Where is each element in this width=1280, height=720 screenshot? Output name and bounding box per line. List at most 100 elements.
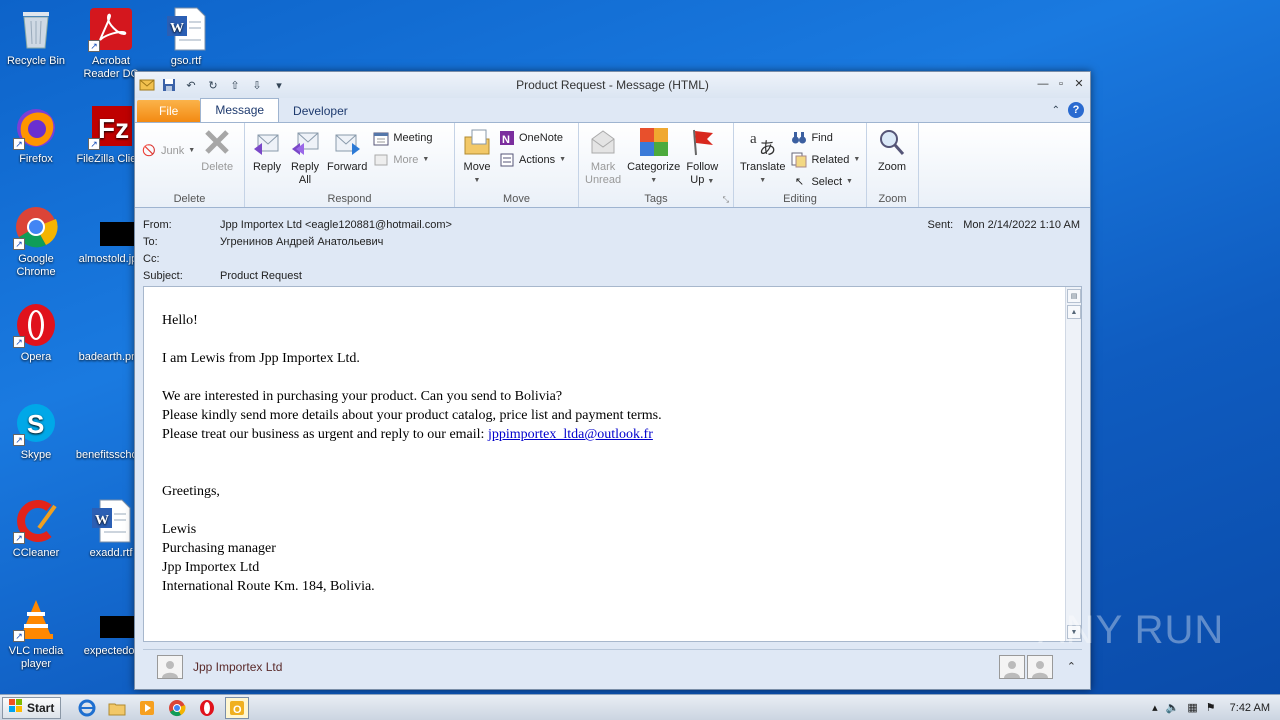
reply-all-button[interactable]: Reply All bbox=[286, 126, 324, 191]
related-button[interactable]: Related ▼ bbox=[791, 151, 860, 168]
desktop-icon-chrome[interactable]: ↗ Google Chrome bbox=[0, 204, 72, 279]
desktop-icon-recycle-bin[interactable]: Recycle Bin bbox=[0, 6, 72, 68]
sent-row: Sent: Mon 2/14/2022 1:10 AM bbox=[928, 219, 1081, 231]
move-button[interactable]: Move ▼ bbox=[458, 126, 496, 191]
find-button[interactable]: Find bbox=[791, 129, 860, 146]
firefox-icon: ↗ bbox=[13, 104, 59, 150]
mark-unread-button[interactable]: Mark Unread bbox=[582, 126, 624, 191]
group-label: Respond bbox=[327, 193, 372, 205]
undo-icon[interactable]: ↶ bbox=[183, 77, 199, 93]
contact-avatar[interactable] bbox=[157, 654, 183, 679]
customize-toolbar-icon[interactable]: ▾ bbox=[271, 77, 287, 93]
contact-avatar[interactable] bbox=[998, 654, 1025, 679]
cc-label: Cc: bbox=[143, 253, 160, 265]
svg-text:あ: あ bbox=[759, 139, 776, 157]
subject-row: Subject: Product Request bbox=[143, 270, 302, 286]
dialog-launcher-icon[interactable]: ⤡ bbox=[723, 195, 729, 205]
redo-icon[interactable]: ↻ bbox=[205, 77, 221, 93]
delete-button[interactable]: Delete bbox=[198, 126, 236, 191]
scroll-options-icon[interactable]: ▤ bbox=[1067, 289, 1081, 303]
ribbon-tabs: File Message Developer ⌃ ? bbox=[135, 98, 1090, 122]
tab-message[interactable]: Message bbox=[200, 98, 280, 122]
tab-developer[interactable]: Developer bbox=[279, 100, 362, 122]
to-row: To: Угренинов Андрей Анатольевич bbox=[143, 236, 383, 252]
forward-button[interactable]: Forward bbox=[324, 126, 370, 191]
vertical-scrollbar[interactable]: ▤ ▲ ▼ bbox=[1065, 287, 1081, 641]
help-icon[interactable]: ? bbox=[1068, 102, 1084, 118]
from-label: From: bbox=[143, 219, 172, 231]
categorize-button[interactable]: Categorize ▼ bbox=[624, 126, 683, 191]
more-icon bbox=[373, 152, 389, 168]
file-explorer-icon[interactable] bbox=[105, 697, 129, 719]
recycle-bin-icon bbox=[13, 6, 59, 52]
desktop-icon-acrobat[interactable]: ↗ Acrobat Reader DC bbox=[75, 6, 147, 81]
minimize-button[interactable]: — bbox=[1036, 77, 1050, 91]
junk-label: Junk bbox=[161, 144, 185, 157]
body-greeting: Hello! bbox=[162, 313, 198, 328]
more-label: More bbox=[393, 153, 419, 166]
desktop-icon-label: Recycle Bin bbox=[6, 55, 66, 67]
volume-icon[interactable]: 🔈 bbox=[1166, 701, 1180, 714]
desktop-icon-skype[interactable]: S ↗ Skype bbox=[0, 400, 72, 462]
contact-name[interactable]: Jpp Importex Ltd bbox=[193, 660, 282, 674]
from-value[interactable]: Jpp Importex Ltd <eagle120881@hotmail.co… bbox=[220, 219, 452, 231]
find-label: Find bbox=[811, 131, 833, 144]
shortcut-arrow-icon: ↗ bbox=[13, 532, 25, 544]
zoom-button[interactable]: Zoom bbox=[870, 126, 914, 191]
svg-text:O: O bbox=[233, 704, 242, 716]
signature-title: Purchasing manager bbox=[162, 541, 276, 556]
file-icon bbox=[88, 400, 134, 446]
contact-avatar[interactable] bbox=[1026, 654, 1053, 679]
zoom-label: Zoom bbox=[877, 161, 907, 173]
desktop-icon-ccleaner[interactable]: ↗ CCleaner bbox=[0, 498, 72, 560]
tab-file[interactable]: File bbox=[137, 100, 201, 122]
follow-up-button[interactable]: Follow Up ▼ bbox=[683, 126, 721, 191]
acrobat-icon: ↗ bbox=[88, 6, 134, 52]
network-icon[interactable]: ▦ bbox=[1187, 701, 1197, 714]
opera-taskbar-icon[interactable] bbox=[195, 697, 219, 719]
scroll-up-button[interactable]: ▲ bbox=[1067, 305, 1081, 319]
delete-icon bbox=[201, 126, 233, 158]
collapse-ribbon-icon[interactable]: ⌃ bbox=[1052, 105, 1060, 116]
message-body[interactable]: Hello! I am Lewis from Jpp Importex Ltd.… bbox=[143, 286, 1082, 642]
desktop-icon-vlc[interactable]: ↗ VLC media player bbox=[0, 596, 72, 671]
clock[interactable]: 7:42 AM bbox=[1230, 702, 1270, 714]
outlook-taskbar-icon[interactable]: O bbox=[225, 696, 250, 719]
desktop-icon-firefox[interactable]: ↗ Firefox bbox=[0, 104, 72, 166]
show-hidden-icons-icon[interactable]: ▴ bbox=[1152, 701, 1158, 714]
shortcut-arrow-icon: ↗ bbox=[13, 138, 25, 150]
start-label: Start bbox=[27, 700, 55, 715]
desktop-icon-label: VLC media player bbox=[8, 645, 64, 670]
translate-button[interactable]: aあ Translate ▼ bbox=[737, 126, 788, 191]
internet-explorer-icon[interactable] bbox=[75, 697, 99, 719]
expand-people-pane-icon[interactable]: ⌃ bbox=[1067, 660, 1076, 673]
actions-button[interactable]: Actions ▼ bbox=[499, 151, 566, 168]
to-value[interactable]: Угренинов Андрей Анатольевич bbox=[220, 236, 383, 248]
close-button[interactable]: ✕ bbox=[1072, 77, 1086, 91]
outlook-envelope-icon[interactable] bbox=[139, 77, 155, 93]
select-button[interactable]: ↖ Select ▼ bbox=[791, 173, 860, 190]
reply-button[interactable]: Reply bbox=[248, 126, 286, 191]
related-label: Related bbox=[811, 153, 850, 166]
ribbon-group-move: Move ▼ N OneNote Actions ▼ Move bbox=[455, 123, 579, 207]
maximize-button[interactable]: ▫ bbox=[1054, 77, 1068, 91]
down-arrow-icon[interactable]: ⇩ bbox=[249, 77, 265, 93]
chrome-taskbar-icon[interactable] bbox=[165, 697, 189, 719]
media-player-icon[interactable] bbox=[135, 697, 159, 719]
more-button[interactable]: More ▼ bbox=[373, 151, 432, 168]
desktop-icon-opera[interactable]: ↗ Opera bbox=[0, 302, 72, 364]
group-label: Move bbox=[503, 193, 530, 205]
meeting-icon bbox=[373, 130, 389, 146]
up-arrow-icon[interactable]: ⇧ bbox=[227, 77, 243, 93]
email-link[interactable]: jppimportex_ltda@outlook.fr bbox=[488, 427, 653, 442]
meeting-button[interactable]: Meeting bbox=[373, 129, 432, 146]
save-icon[interactable] bbox=[161, 77, 177, 93]
action-center-flag-icon[interactable]: ⚑ bbox=[1206, 701, 1216, 714]
onenote-icon: N bbox=[499, 130, 515, 146]
junk-button[interactable]: 🚫 Junk ▼ bbox=[141, 142, 195, 159]
desktop-icon-gso-rtf[interactable]: W gso.rtf bbox=[150, 6, 222, 68]
onenote-button[interactable]: N OneNote bbox=[499, 129, 566, 146]
system-tray: ▴ 🔈 ▦ ⚑ 7:42 AM bbox=[1152, 701, 1280, 715]
start-button[interactable]: Start bbox=[2, 696, 62, 719]
desktop-icon-label: Google Chrome bbox=[16, 253, 56, 278]
